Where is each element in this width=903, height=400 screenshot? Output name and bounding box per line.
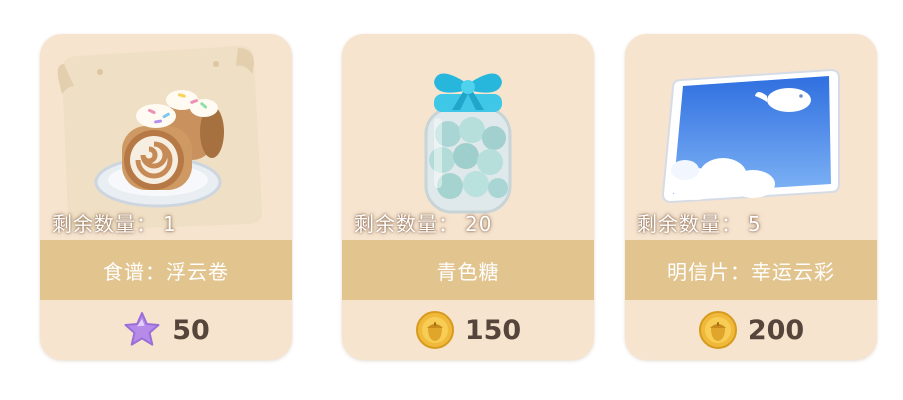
remaining-quantity: 剩余数量： 20	[354, 208, 492, 237]
shop-item-row: 剩余数量： 1 食谱：浮云卷 50 剩余数量： 20 青色糖 150 剩余数量：…	[0, 0, 903, 400]
price-button[interactable]: 150	[342, 300, 594, 360]
item-name: 青色糖	[436, 259, 500, 284]
remaining-quantity-label: 剩余数量：	[354, 212, 459, 236]
remaining-quantity-value: 1	[163, 212, 177, 236]
item-price: 50	[172, 314, 210, 346]
shop-item-card-postcard[interactable]: 剩余数量： 5 明信片：幸运云彩 200	[625, 34, 877, 360]
price-button[interactable]: 50	[40, 300, 292, 360]
item-name-band: 青色糖	[342, 240, 594, 300]
remaining-quantity: 剩余数量： 5	[637, 208, 762, 237]
remaining-quantity: 剩余数量： 1	[52, 208, 177, 237]
item-price: 150	[464, 314, 522, 346]
shop-item-card-candy[interactable]: 剩余数量： 20 青色糖 150	[342, 34, 594, 360]
remaining-quantity-value: 5	[748, 212, 762, 236]
item-name: 食谱：浮云卷	[103, 259, 229, 284]
item-name-band: 明信片：幸运云彩	[625, 240, 877, 300]
gold-acorn-coin-icon	[698, 311, 737, 349]
item-name-band: 食谱：浮云卷	[40, 240, 292, 300]
remaining-quantity-value: 20	[465, 212, 493, 236]
purple-star-icon	[124, 312, 160, 346]
gold-acorn-coin-icon	[415, 311, 454, 349]
item-price: 200	[747, 314, 805, 346]
remaining-quantity-label: 剩余数量：	[52, 212, 157, 236]
shop-item-card-recipe[interactable]: 剩余数量： 1 食谱：浮云卷 50	[40, 34, 292, 360]
item-name: 明信片：幸运云彩	[667, 259, 835, 284]
price-button[interactable]: 200	[625, 300, 877, 360]
remaining-quantity-label: 剩余数量：	[637, 212, 742, 236]
